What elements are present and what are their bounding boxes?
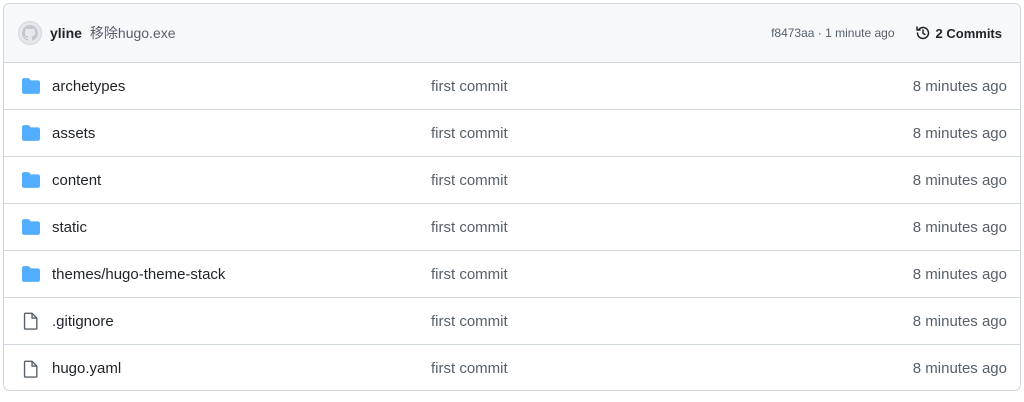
commit-time: 8 minutes ago bbox=[912, 312, 1007, 330]
commit-message-link[interactable]: first commit bbox=[431, 172, 508, 189]
file-row[interactable]: .gitignore first commit 8 minutes ago bbox=[4, 298, 1020, 345]
folder-icon bbox=[22, 77, 40, 95]
file-row[interactable]: archetypes first commit 8 minutes ago bbox=[4, 63, 1020, 110]
folder-icon bbox=[22, 265, 40, 283]
file-row[interactable]: assets first commit 8 minutes ago bbox=[4, 110, 1020, 157]
commit-time: 8 minutes ago bbox=[912, 360, 1007, 377]
folder-icon bbox=[22, 171, 40, 189]
commit-time: 8 minutes ago bbox=[912, 265, 1007, 283]
commit-time: 1 minute ago bbox=[825, 26, 895, 40]
commit-time: 8 minutes ago bbox=[912, 218, 1007, 236]
commit-message-link[interactable]: first commit bbox=[431, 313, 508, 330]
folder-name-link[interactable]: content bbox=[52, 172, 101, 189]
folder-name-link[interactable]: archetypes bbox=[52, 78, 125, 95]
commits-link[interactable]: 2 Commits bbox=[915, 25, 1002, 41]
history-icon bbox=[915, 26, 929, 40]
folder-icon bbox=[22, 124, 40, 142]
commit-sha[interactable]: f8473aa bbox=[771, 26, 814, 40]
commit-message-link[interactable]: first commit bbox=[431, 360, 508, 377]
file-list: archetypes first commit 8 minutes ago asset… bbox=[4, 63, 1020, 390]
folder-name-link[interactable]: themes/hugo-theme-stack bbox=[52, 266, 225, 283]
commit-message-link[interactable]: first commit bbox=[431, 219, 508, 236]
github-icon bbox=[22, 25, 38, 41]
file-icon bbox=[22, 312, 40, 330]
file-row[interactable]: hugo.yaml first commit 8 minutes ago bbox=[4, 345, 1020, 390]
file-name-link[interactable]: hugo.yaml bbox=[52, 360, 121, 377]
commit-message-link[interactable]: first commit bbox=[431, 266, 508, 283]
commit-time: 8 minutes ago bbox=[912, 171, 1007, 189]
commit-message[interactable]: 移除hugo.exe bbox=[90, 23, 176, 43]
file-name-link[interactable]: .gitignore bbox=[52, 313, 114, 330]
file-row[interactable]: static first commit 8 minutes ago bbox=[4, 204, 1020, 251]
commit-author[interactable]: yline bbox=[50, 25, 82, 41]
commit-meta: f8473aa · 1 minute ago bbox=[771, 26, 894, 40]
commit-message-link[interactable]: first commit bbox=[431, 78, 508, 95]
latest-commit-header: yline 移除hugo.exe f8473aa · 1 minute ago … bbox=[4, 4, 1020, 63]
file-row[interactable]: themes/hugo-theme-stack first commit 8 min… bbox=[4, 251, 1020, 298]
folder-name-link[interactable]: assets bbox=[52, 125, 95, 142]
file-row[interactable]: content first commit 8 minutes ago bbox=[4, 157, 1020, 204]
avatar[interactable] bbox=[18, 21, 42, 45]
folder-icon bbox=[22, 218, 40, 236]
meta-separator: · bbox=[814, 26, 826, 40]
commit-time: 8 minutes ago bbox=[912, 77, 1007, 95]
file-browser: yline 移除hugo.exe f8473aa · 1 minute ago … bbox=[3, 3, 1021, 391]
commits-label: 2 Commits bbox=[935, 25, 1002, 41]
commit-message-link[interactable]: first commit bbox=[431, 125, 508, 142]
folder-name-link[interactable]: static bbox=[52, 219, 87, 236]
file-icon bbox=[22, 360, 40, 378]
commit-time: 8 minutes ago bbox=[912, 124, 1007, 142]
